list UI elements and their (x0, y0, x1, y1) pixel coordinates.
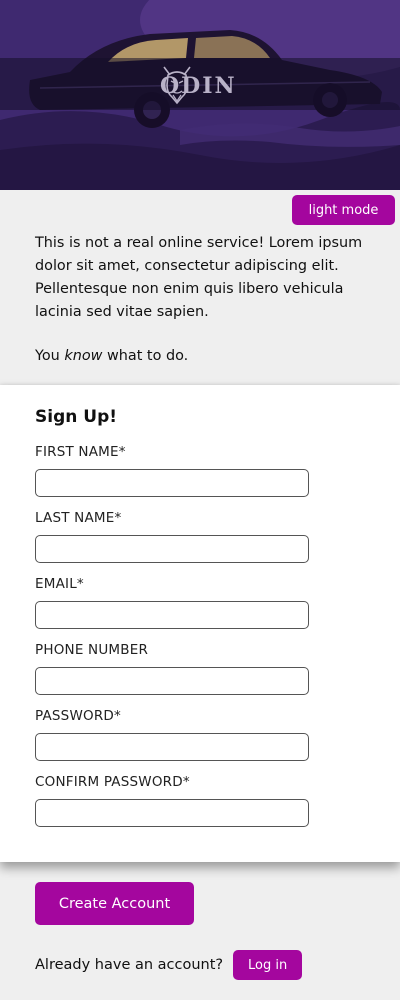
form-title: Sign Up! (35, 407, 117, 427)
theme-toggle-button[interactable]: light mode (292, 195, 395, 225)
login-prompt: Already have an account? (35, 957, 224, 973)
login-button[interactable]: Log in (233, 950, 303, 980)
first-name-input[interactable] (35, 469, 309, 497)
first-name-label: FIRST NAME* (35, 444, 126, 460)
last-name-input[interactable] (35, 535, 309, 563)
phone-number-label: PHONE NUMBER (35, 642, 149, 658)
create-account-button[interactable]: Create Account (35, 882, 194, 925)
intro-tagline: You know what to do. (35, 345, 370, 368)
phone-number-input[interactable] (35, 667, 309, 695)
intro-text: This is not a real online service! Lorem… (35, 232, 370, 368)
viking-head-icon (163, 66, 191, 105)
intro-paragraph: This is not a real online service! Lorem… (35, 235, 363, 320)
email-label: EMAIL* (35, 576, 84, 592)
login-row: Already have an account? Log in (35, 950, 303, 980)
brand-logo: ODIN (160, 63, 237, 109)
signup-form-card: Sign Up! FIRST NAME* LAST NAME* EMAIL* P… (0, 385, 400, 862)
last-name-label: LAST NAME* (35, 510, 122, 526)
password-input[interactable] (35, 733, 309, 761)
password-label: PASSWORD* (35, 708, 121, 724)
tagline-emphasis: know (64, 348, 103, 364)
confirm-password-input[interactable] (35, 799, 309, 827)
email-input[interactable] (35, 601, 309, 629)
tagline-prefix: You (35, 348, 65, 364)
hero-banner: ODIN (0, 0, 400, 190)
tagline-suffix: what to do. (102, 348, 189, 364)
confirm-password-label: CONFIRM PASSWORD* (35, 774, 190, 790)
